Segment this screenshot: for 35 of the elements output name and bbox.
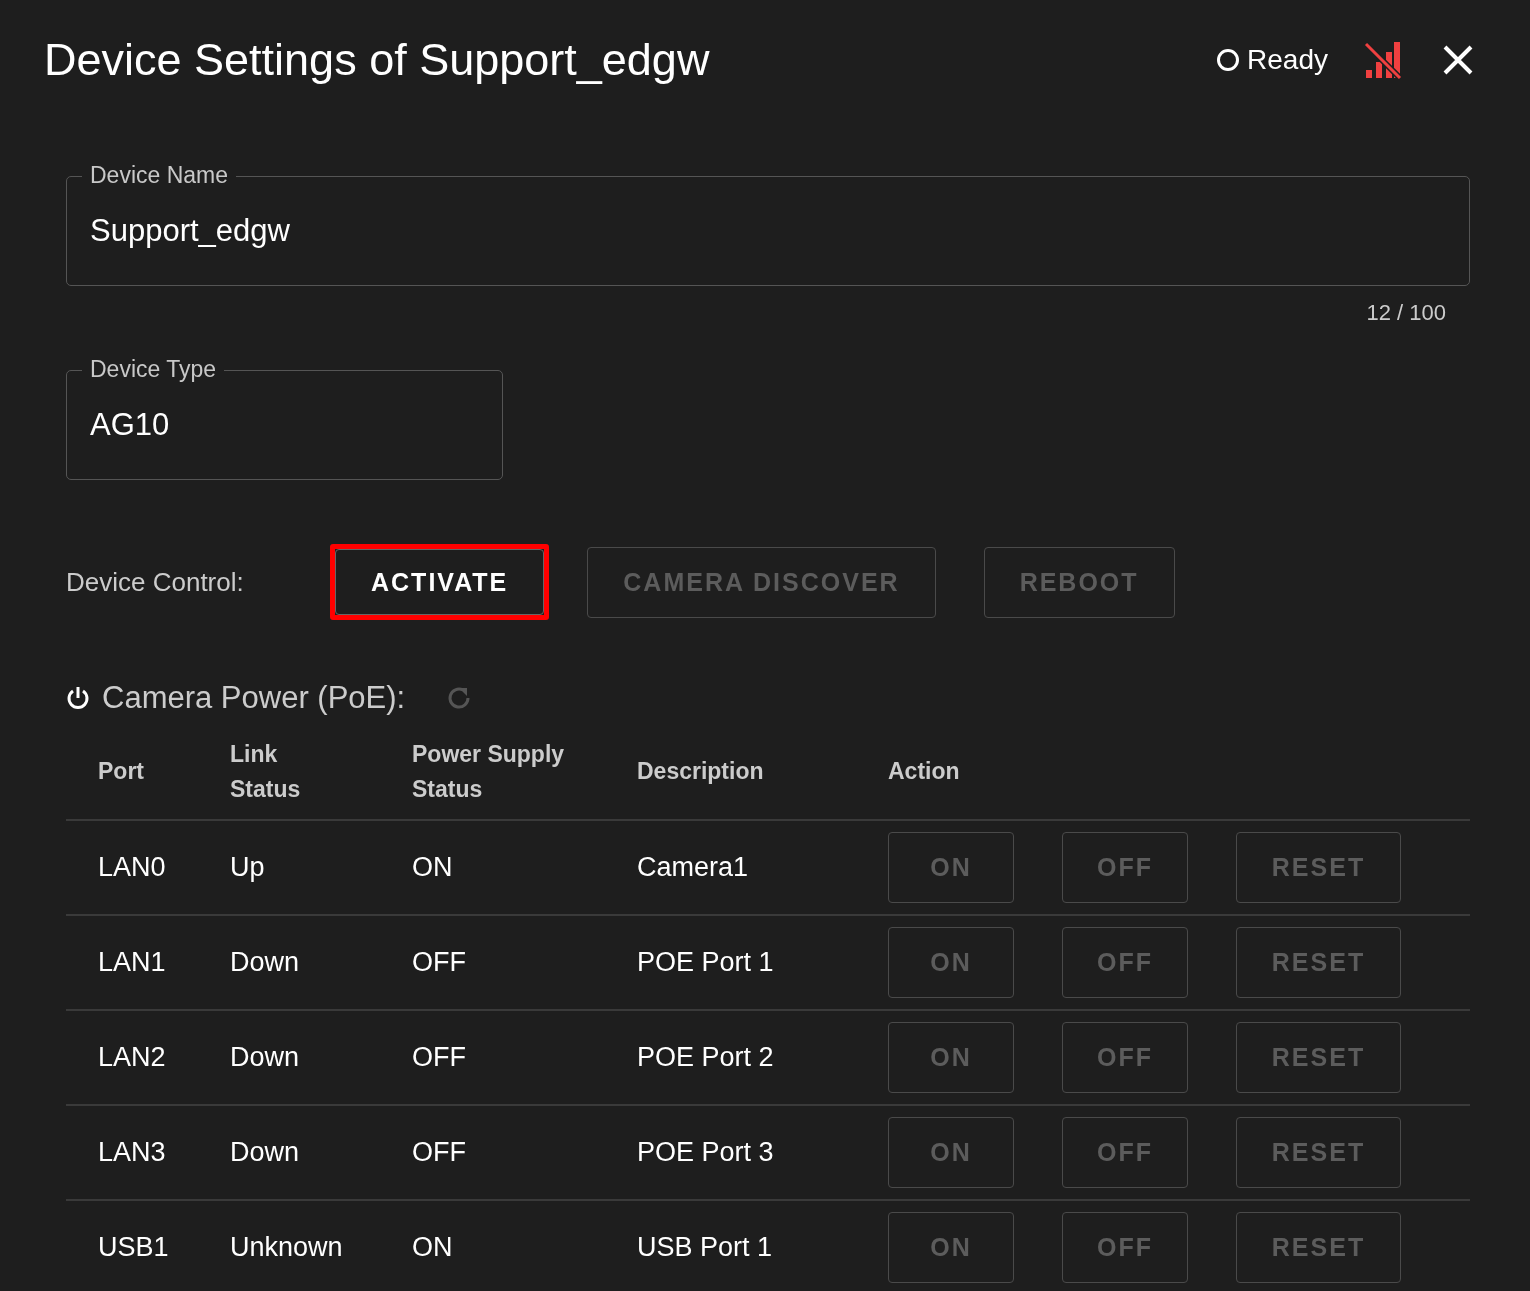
table-cell-text: Unknown	[230, 1232, 344, 1263]
table-cell-text: OFF	[412, 1042, 467, 1073]
control-label: Device Control:	[66, 566, 245, 598]
table-cell-text: ON	[412, 1232, 454, 1263]
column-header: Description	[637, 757, 765, 786]
table-cell-text: POE Port 2	[637, 1042, 775, 1073]
table-cell-text: ON	[412, 852, 454, 883]
control-button[interactable]: ACTIVATE	[335, 549, 545, 615]
table-cell-text: LAN1	[98, 947, 167, 978]
table-cell-text: LAN0	[98, 852, 167, 883]
table-cell-text: Up	[230, 852, 266, 883]
character-counter: 12 / 100	[1366, 300, 1446, 325]
field-label: Device Type	[82, 356, 225, 383]
table-cell-text: Camera1	[637, 852, 750, 883]
table-cell-text: POE Port 1	[637, 947, 775, 978]
table-cell-text: USB1	[98, 1232, 170, 1263]
table-cell-text: LAN3	[98, 1137, 167, 1168]
table-cell-text: OFF	[412, 1137, 467, 1168]
column-header: Action	[888, 757, 961, 786]
column-header: Port	[98, 757, 145, 786]
table-cell-text: POE Port 3	[637, 1137, 775, 1168]
status-circle-icon	[1217, 49, 1240, 71]
section-title: Camera Power (PoE):	[102, 680, 406, 716]
table-cell-text: OFF	[412, 947, 467, 978]
column-header: Link Status	[230, 739, 302, 804]
power-icon	[66, 685, 90, 711]
table-cell-text: Down	[230, 1042, 301, 1073]
table-cell-text: USB Port 1	[637, 1232, 774, 1263]
table-cell-text: Down	[230, 947, 301, 978]
window-title: Device Settings of Support_edgw	[44, 34, 711, 86]
column-header: Power Supply Status	[412, 739, 566, 804]
table-cell-text: Down	[230, 1137, 301, 1168]
table-cell-text: LAN2	[98, 1042, 167, 1073]
close-icon[interactable]	[1442, 44, 1474, 76]
status-label: Ready	[1247, 44, 1328, 76]
